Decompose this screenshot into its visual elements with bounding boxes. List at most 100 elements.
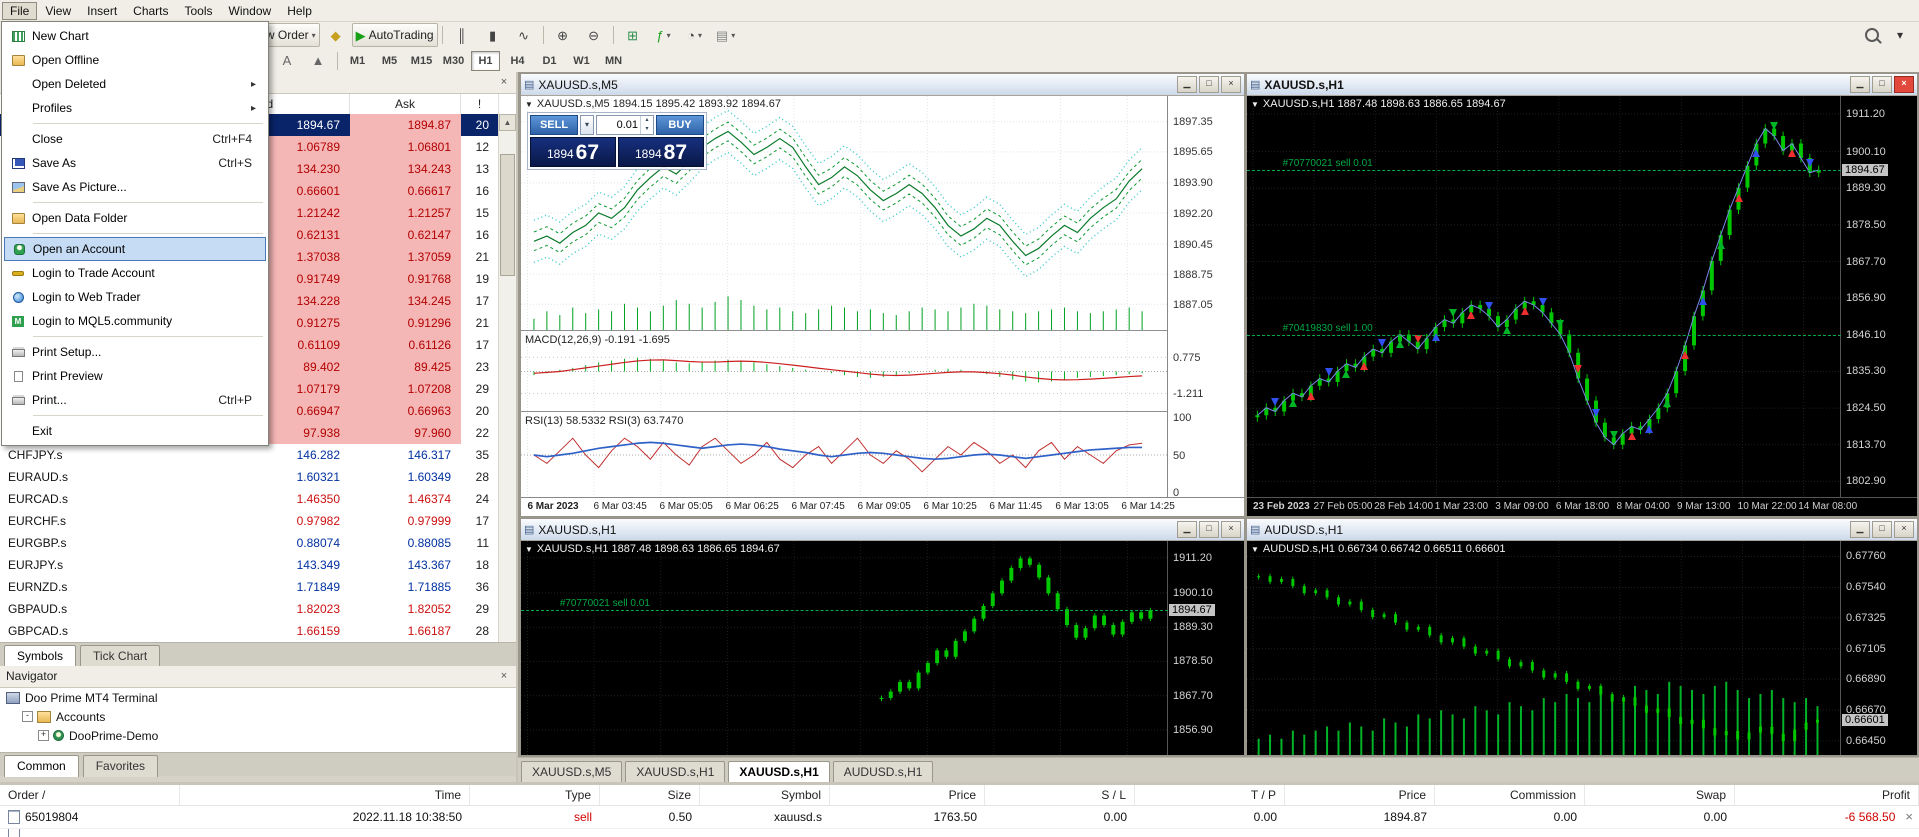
market-watch-row[interactable]: EURJPY.s143.349143.36718 (0, 554, 499, 576)
column-header-spread[interactable]: ! (461, 94, 499, 114)
file-menu-exit[interactable]: Exit (4, 419, 266, 443)
periods-button[interactable]: ◔▾ (680, 23, 710, 47)
tree-item-dooprime-demo[interactable]: +DooPrime-Demo (0, 726, 516, 745)
close-button[interactable]: × (1894, 76, 1914, 93)
market-watch-row[interactable]: EURAUD.s1.603211.6034928 (0, 466, 499, 488)
minimize-button[interactable]: ▁ (1177, 76, 1197, 93)
chart-title-bar[interactable]: ▤XAUUSD.s,M5▁□× (521, 74, 1244, 96)
timeframe-w1[interactable]: W1 (567, 51, 596, 71)
market-watch-row[interactable]: EURGBP.s0.880740.8808511 (0, 532, 499, 554)
sell-button[interactable]: SELL (530, 115, 578, 135)
menu-file[interactable]: File (2, 2, 37, 20)
file-menu-profiles[interactable]: Profiles▸ (4, 96, 266, 120)
terminal-column-price[interactable]: Price (1285, 785, 1435, 805)
tab-tick-chart[interactable]: Tick Chart (80, 645, 160, 667)
file-menu-login-to-trade-account[interactable]: Login to Trade Account (4, 261, 266, 285)
line-chart-button[interactable]: ∿ (509, 23, 539, 47)
menu-help[interactable]: Help (279, 2, 320, 20)
file-menu-print-setup[interactable]: Print Setup... (4, 340, 266, 364)
candlestick-chart-button[interactable]: ▮ (478, 23, 508, 47)
close-icon[interactable]: × (495, 669, 513, 686)
terminal-column-profit[interactable]: Profit (1735, 785, 1919, 805)
metaeditor-button[interactable]: ◆ (321, 23, 351, 47)
tab-favorites[interactable]: Favorites (83, 755, 158, 777)
market-watch-row[interactable]: CHFJPY.s146.282146.31735 (0, 444, 499, 466)
panel-splitter[interactable] (516, 72, 518, 782)
column-header-ask[interactable]: Ask (350, 94, 461, 114)
timeframe-mn[interactable]: MN (599, 51, 628, 71)
tree-item-doo-prime-mt4-terminal[interactable]: Doo Prime MT4 Terminal (0, 688, 516, 707)
terminal-column-symbol[interactable]: Symbol (700, 785, 830, 805)
file-menu-close[interactable]: CloseCtrl+F4 (4, 127, 266, 151)
timeframe-h1[interactable]: H1 (471, 51, 500, 71)
timeframe-m5[interactable]: M5 (375, 51, 404, 71)
chart-body-xauusd-h1-main[interactable]: #70770021 sell 0.01#70419830 sell 1.0019… (1247, 96, 1917, 516)
collapse-icon[interactable]: - (22, 711, 33, 722)
file-menu-open-deleted[interactable]: Open Deleted▸ (4, 72, 266, 96)
file-menu-login-to-mql5-community[interactable]: MLogin to MQL5.community (4, 309, 266, 333)
search-icon[interactable] (1865, 28, 1879, 42)
minimize-button[interactable]: ▁ (1177, 521, 1197, 538)
restore-button[interactable]: □ (1199, 76, 1219, 93)
chart-tab-xauusd-s-m5[interactable]: XAUUSD.s,M5 (521, 761, 622, 782)
terminal-column-order[interactable]: Order / (0, 785, 180, 805)
market-watch-row[interactable]: GBPAUD.s1.820231.8205229 (0, 598, 499, 620)
chart-title-bar[interactable]: ▤XAUUSD.s,H1▁□× (521, 519, 1244, 541)
timeframe-h4[interactable]: H4 (503, 51, 532, 71)
market-watch-row[interactable]: EURCHF.s0.979820.9799917 (0, 510, 499, 532)
timeframe-m1[interactable]: M1 (343, 51, 372, 71)
bar-chart-button[interactable]: ║ (447, 23, 477, 47)
close-icon[interactable]: × (495, 75, 513, 92)
file-menu-print[interactable]: Print...Ctrl+P (4, 388, 266, 412)
file-menu-open-offline[interactable]: Open Offline (4, 48, 266, 72)
terminal-column-t-p[interactable]: T / P (1135, 785, 1285, 805)
buy-button[interactable]: BUY (656, 115, 704, 135)
terminal-column-commission[interactable]: Commission (1435, 785, 1585, 805)
close-button[interactable]: × (1221, 76, 1241, 93)
terminal-column-size[interactable]: Size (600, 785, 700, 805)
text-tool-button[interactable]: A (272, 49, 302, 73)
lot-spinner[interactable]: ▴▾ (640, 116, 653, 134)
timeframe-m30[interactable]: M30 (439, 51, 468, 71)
order-row[interactable]: 650198042022.11.18 10:38:50sell0.50xauus… (0, 806, 1919, 828)
spin-up-icon[interactable]: ▴ (641, 116, 653, 125)
expand-icon[interactable]: + (38, 730, 49, 741)
chart-tab-xauusd-s-h1[interactable]: XAUUSD.s,H1 (728, 761, 829, 782)
file-menu-open-data-folder[interactable]: Open Data Folder (4, 206, 266, 230)
terminal-column-s-l[interactable]: S / L (985, 785, 1135, 805)
tree-item-accounts[interactable]: -Accounts (0, 707, 516, 726)
menu-window[interactable]: Window (221, 2, 280, 20)
tile-windows-button[interactable]: ⊞ (618, 23, 648, 47)
restore-button[interactable]: □ (1199, 521, 1219, 538)
file-menu-save-as-picture[interactable]: Save As Picture... (4, 175, 266, 199)
close-button[interactable]: × (1221, 521, 1241, 538)
tab-symbols[interactable]: Symbols (4, 645, 76, 667)
timeframe-m15[interactable]: M15 (407, 51, 436, 71)
file-menu-login-to-web-trader[interactable]: Login to Web Trader (4, 285, 266, 309)
chart-body-xauusd-m5[interactable]: MACD(12,26,9) -0.191 -1.695RSI(13) 58.53… (521, 96, 1244, 516)
menu-charts[interactable]: Charts (125, 2, 176, 20)
terminal-column-time[interactable]: Time (180, 785, 470, 805)
market-watch-row[interactable]: EURCAD.s1.463501.4637424 (0, 488, 499, 510)
market-watch-row[interactable]: GBPCAD.s1.661591.6618728 (0, 620, 499, 642)
close-order-button[interactable]: × (1905, 806, 1913, 828)
spin-down-icon[interactable]: ▾ (641, 125, 653, 134)
chart-tab-xauusd-s-h1[interactable]: XAUUSD.s,H1 (625, 761, 725, 782)
timeframe-d1[interactable]: D1 (535, 51, 564, 71)
file-menu-open-an-account[interactable]: Open an Account (4, 237, 266, 261)
chart-body-audusd-h1[interactable]: 0.677600.675400.673250.671050.668900.666… (1247, 541, 1917, 755)
chart-body-xauusd-h1-small[interactable]: #70770021 sell 0.011911.201900.101889.30… (521, 541, 1244, 755)
shapes-tool-button[interactable]: ▲ (303, 49, 333, 73)
chart-tab-audusd-s-h1[interactable]: AUDUSD.s,H1 (833, 761, 934, 782)
minimize-button[interactable]: ▁ (1850, 76, 1870, 93)
zoom-out-button[interactable]: ⊖ (579, 23, 609, 47)
lot-size-field[interactable]: 0.01▴▾ (596, 115, 654, 135)
menu-tools[interactable]: Tools (177, 2, 221, 20)
minimize-button[interactable]: ▁ (1850, 521, 1870, 538)
scroll-up-icon[interactable]: ▲ (499, 114, 516, 131)
menu-insert[interactable]: Insert (79, 2, 125, 20)
toolbars-menu-button[interactable]: ▾ (1885, 23, 1915, 47)
chart-title-bar[interactable]: ▤XAUUSD.s,H1▁□× (1247, 74, 1917, 96)
indicators-button[interactable]: ƒ▾ (649, 23, 679, 47)
scroll-thumb[interactable] (500, 154, 515, 276)
